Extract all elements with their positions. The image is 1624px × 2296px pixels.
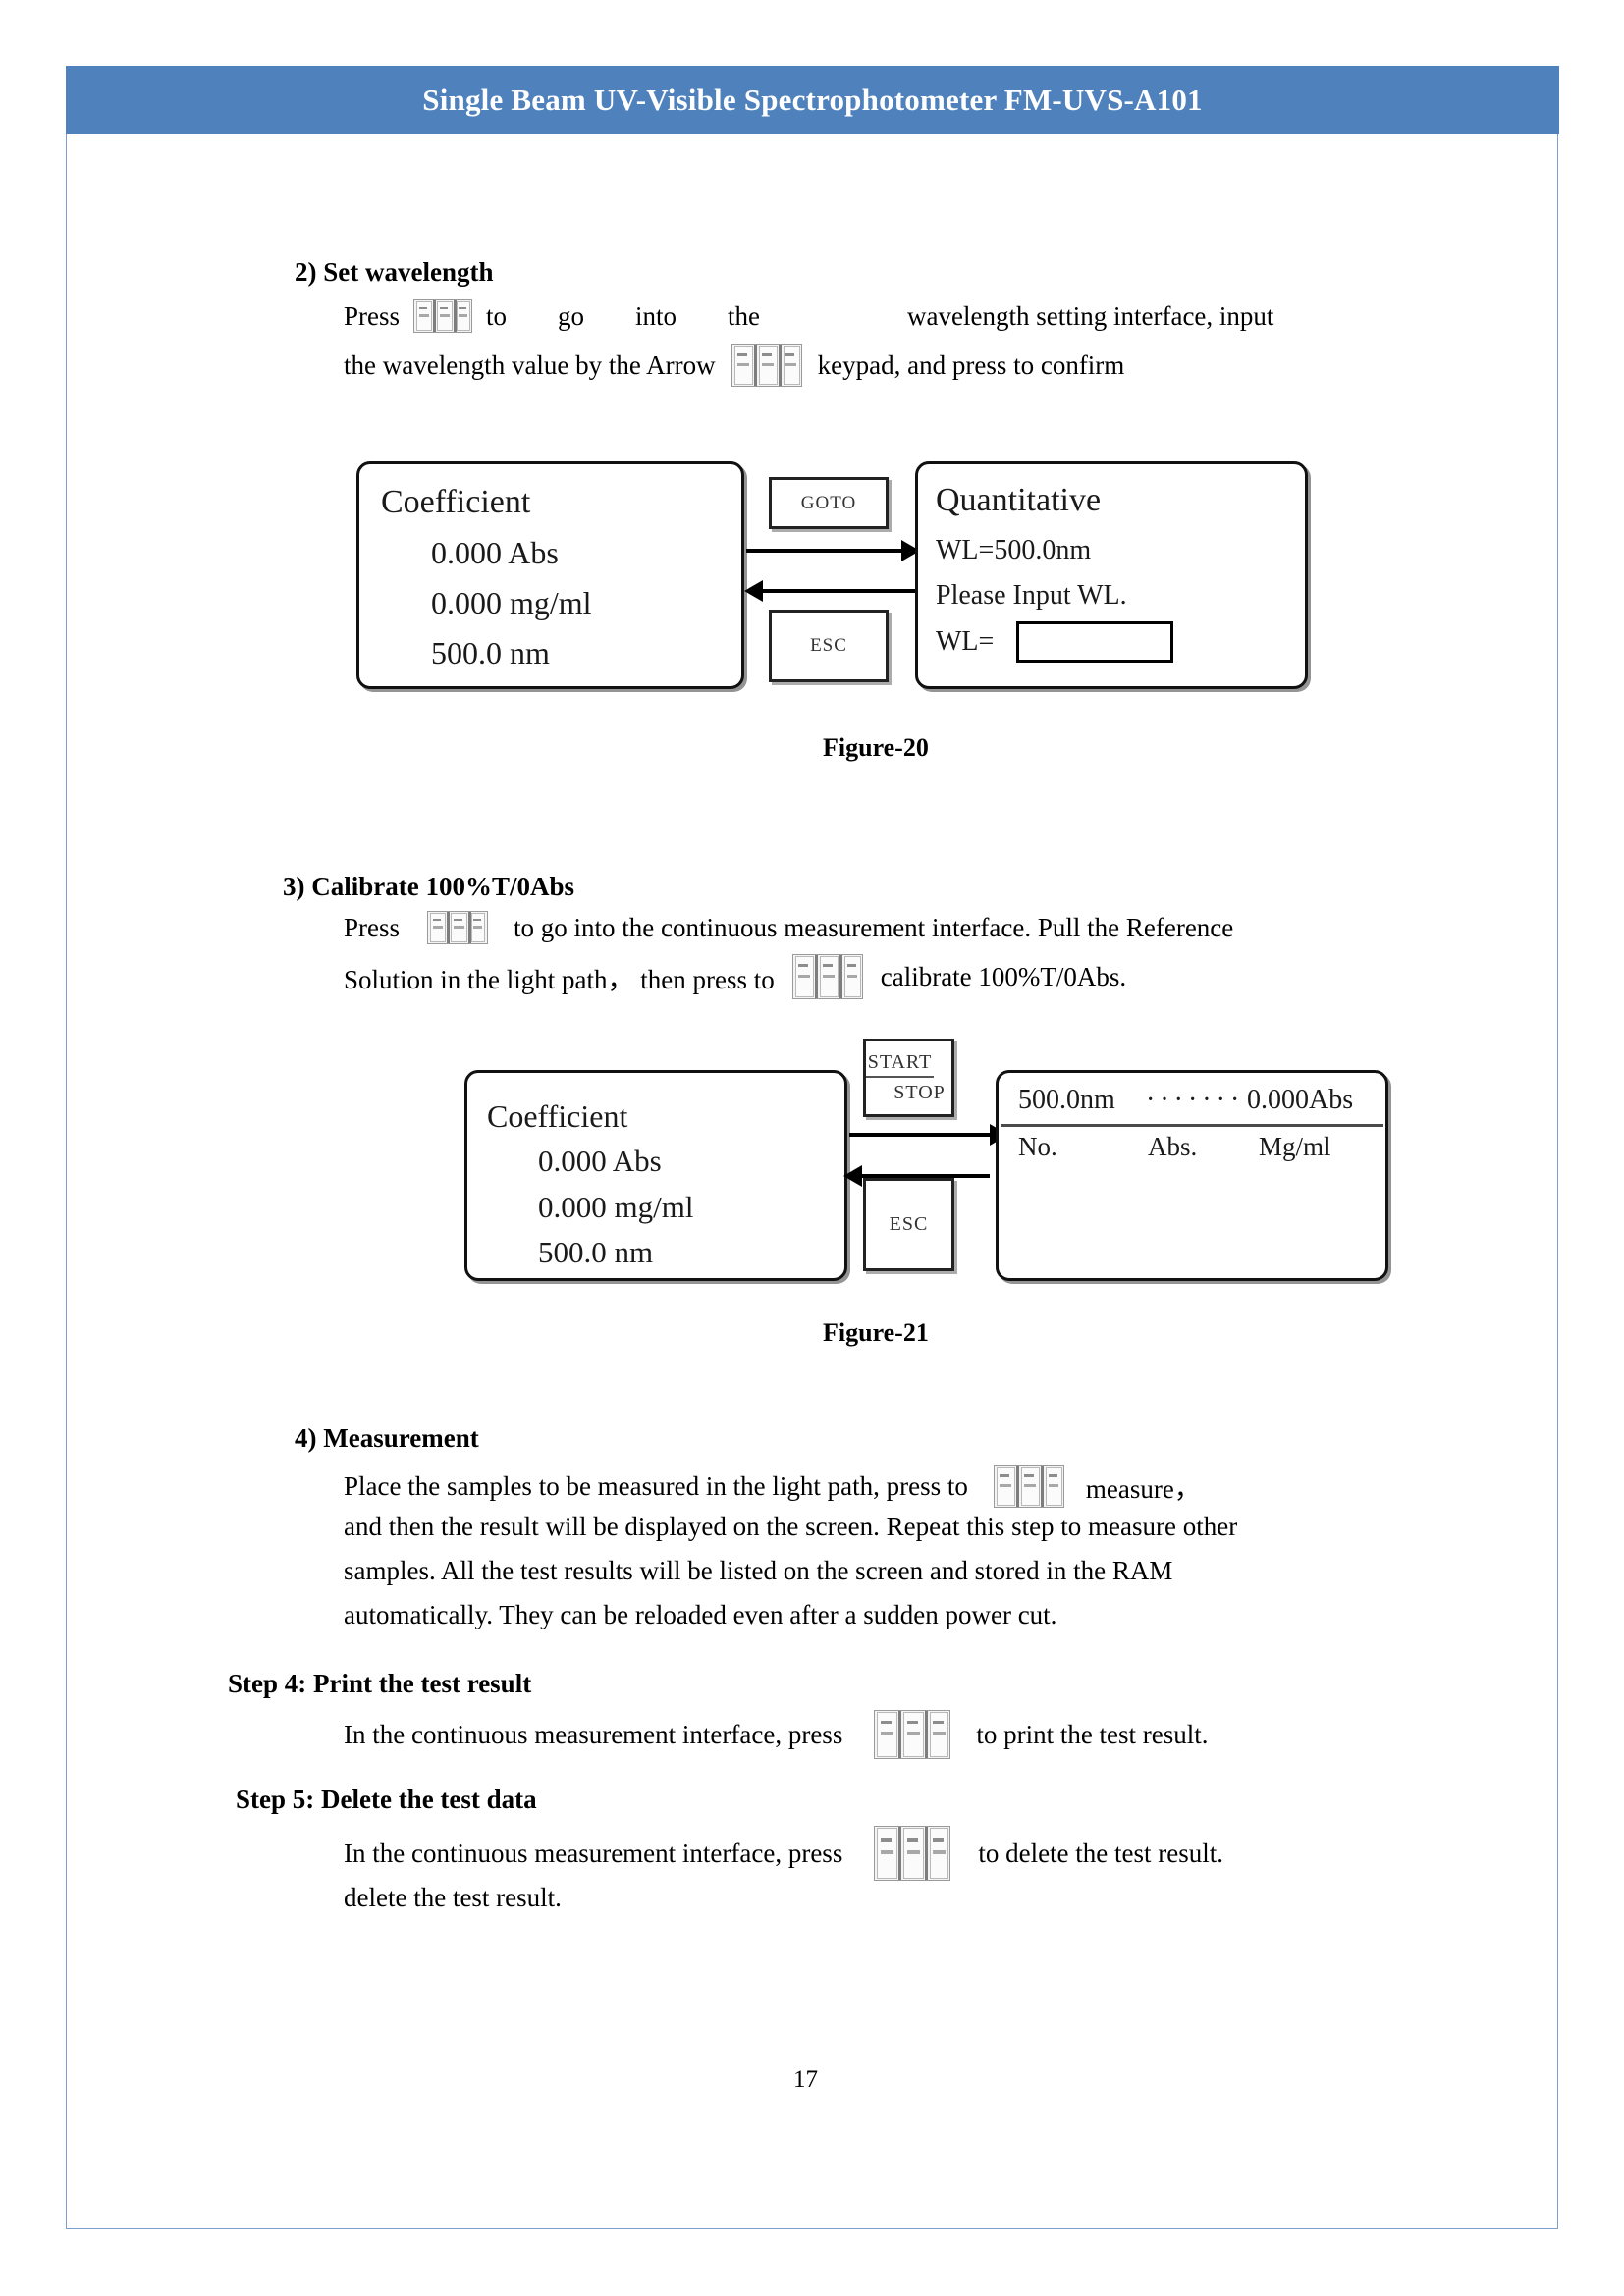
screen-prompt: Please Input WL. bbox=[936, 580, 1127, 611]
screen-nm-row: 500.0 nm bbox=[538, 1235, 654, 1269]
measurement-line-2: and then the result will be displayed on… bbox=[344, 1512, 1238, 1541]
result-col-no: No. bbox=[1018, 1132, 1057, 1161]
set-wavelength-line-2: the wavelength value by the Arrow keypad… bbox=[344, 344, 1571, 387]
start-button-label: START bbox=[865, 1051, 935, 1078]
screen-mgml-row: 0.000 mg/ml bbox=[431, 585, 592, 620]
result-col-abs: Abs. bbox=[1148, 1132, 1198, 1161]
measurement-line-1: Place the samples to be measured in the … bbox=[344, 1465, 1581, 1508]
screen-title: Coefficient bbox=[381, 484, 531, 520]
figure21-right-screen: 500.0nm ······· 0.000Abs No. Abs. Mg/ml bbox=[996, 1070, 1388, 1281]
go-label: go bbox=[558, 300, 585, 331]
calibrate-line-1: Press to go into the continuous measurem… bbox=[344, 911, 1624, 944]
screen-mgml-row: 0.000 mg/ml bbox=[538, 1190, 694, 1224]
heading-step4: Step 4: Print the test result bbox=[228, 1669, 532, 1698]
to-label: to bbox=[486, 300, 508, 331]
measurement-line-3: samples. All the test results will be li… bbox=[344, 1556, 1173, 1585]
calibrate-tail-1: to go into the continuous measurement in… bbox=[514, 912, 1234, 942]
goto-button[interactable]: GOTO bbox=[769, 477, 889, 529]
figure21-caption: Figure-21 bbox=[823, 1318, 929, 1347]
keypad-key-icon[interactable] bbox=[413, 299, 473, 333]
step5-line-2: delete the test result. bbox=[344, 1883, 562, 1912]
heading-measurement: 4) Measurement bbox=[295, 1423, 479, 1453]
measurement-line-4: automatically. They can be reloaded even… bbox=[344, 1600, 1057, 1629]
screen-wl-value: WL=500.0nm bbox=[936, 535, 1092, 565]
page-number: 17 bbox=[793, 2066, 818, 2093]
step4-line-1: In the continuous measurement interface,… bbox=[344, 1710, 1600, 1759]
set-wavelength-tail-2: keypad, and press to confirm bbox=[817, 349, 1125, 380]
keypad-key-icon[interactable] bbox=[874, 1826, 951, 1881]
page-title: Single Beam UV-Visible Spectrophotometer… bbox=[422, 82, 1203, 117]
keypad-key-icon[interactable] bbox=[427, 911, 489, 944]
stop-button-label: STOP bbox=[893, 1082, 946, 1103]
screen-abs-row: 0.000 Abs bbox=[538, 1144, 662, 1178]
start-stop-button[interactable]: START STOP bbox=[863, 1039, 954, 1117]
figure21-left-screen: Coefficient 0.000 Abs 0.000 mg/ml 500.0 … bbox=[464, 1070, 847, 1281]
figure20-caption: Figure-20 bbox=[823, 733, 929, 762]
into-label: into bbox=[635, 300, 677, 331]
esc-button-label: ESC bbox=[889, 1213, 929, 1235]
arrow-forward-line bbox=[746, 549, 903, 553]
heading-calibrate: 3) Calibrate 100%T/0Abs bbox=[283, 872, 574, 901]
the-label: the bbox=[728, 300, 761, 331]
esc-button-label: ESC bbox=[810, 635, 847, 656]
arrow-back-head bbox=[744, 580, 763, 602]
keypad-key-icon[interactable] bbox=[791, 954, 863, 999]
press-label: Press bbox=[344, 300, 401, 331]
heading-step5: Step 5: Delete the test data bbox=[236, 1785, 537, 1814]
measurement-lead: Place the samples to be measured in the … bbox=[344, 1470, 968, 1501]
arrow-back-head bbox=[843, 1165, 862, 1187]
arrow-back-line bbox=[763, 589, 920, 593]
arrow-forward-line bbox=[849, 1133, 992, 1137]
step5-lead: In the continuous measurement interface,… bbox=[344, 1838, 843, 1868]
screen-title: Coefficient bbox=[487, 1098, 628, 1134]
document-header-bar: Single Beam UV-Visible Spectrophotometer… bbox=[66, 66, 1559, 134]
screen-wl-input-label: WL= bbox=[936, 626, 995, 657]
result-header-divider bbox=[1001, 1124, 1383, 1127]
set-wavelength-tail-1: wavelength setting interface, input bbox=[907, 300, 1274, 331]
esc-button[interactable]: ESC bbox=[769, 610, 889, 682]
figure20-right-screen: Quantitative WL=500.0nm Please Input WL.… bbox=[915, 461, 1308, 689]
keypad-key-icon[interactable] bbox=[731, 344, 802, 387]
measurement-tail: measure， bbox=[1085, 1473, 1201, 1504]
goto-button-label: GOTO bbox=[800, 492, 857, 513]
step5-line-1: In the continuous measurement interface,… bbox=[344, 1826, 1610, 1881]
arrow-back-line bbox=[862, 1174, 990, 1178]
calibrate-tail-2: calibrate 100%T/0Abs. bbox=[880, 961, 1127, 991]
calibrate-lead-2: Solution in the light path， then press t… bbox=[344, 964, 775, 994]
set-wavelength-line-1: Press to go into the wavelength setting … bbox=[344, 299, 1571, 333]
result-header-abs: 0.000Abs bbox=[1247, 1085, 1354, 1115]
heading-set-wavelength: 2) Set wavelength bbox=[295, 257, 494, 287]
step4-lead: In the continuous measurement interface,… bbox=[344, 1719, 843, 1749]
result-header-wavelength: 500.0nm bbox=[1018, 1085, 1115, 1115]
step5-tail: to delete the test result. bbox=[978, 1838, 1223, 1868]
result-col-mgml: Mg/ml bbox=[1259, 1132, 1331, 1161]
screen-title: Quantitative bbox=[936, 482, 1102, 518]
step4-tail: to print the test result. bbox=[976, 1719, 1209, 1749]
press-label: Press bbox=[344, 912, 401, 942]
result-header-dots: ······· bbox=[1146, 1085, 1245, 1115]
arrow-keypad-label: the wavelength value by the Arrow bbox=[344, 349, 716, 380]
calibrate-line-2: Solution in the light path， then press t… bbox=[344, 954, 1624, 999]
figure20-left-screen: Coefficient 0.000 Abs 0.000 mg/ml 500.0 … bbox=[356, 461, 744, 689]
screen-abs-row: 0.000 Abs bbox=[431, 535, 559, 570]
esc-button[interactable]: ESC bbox=[863, 1178, 954, 1271]
keypad-key-icon[interactable] bbox=[874, 1710, 951, 1759]
keypad-key-icon[interactable] bbox=[993, 1465, 1064, 1508]
wl-input-field[interactable] bbox=[1016, 621, 1173, 663]
screen-nm-row: 500.0 nm bbox=[431, 635, 550, 670]
